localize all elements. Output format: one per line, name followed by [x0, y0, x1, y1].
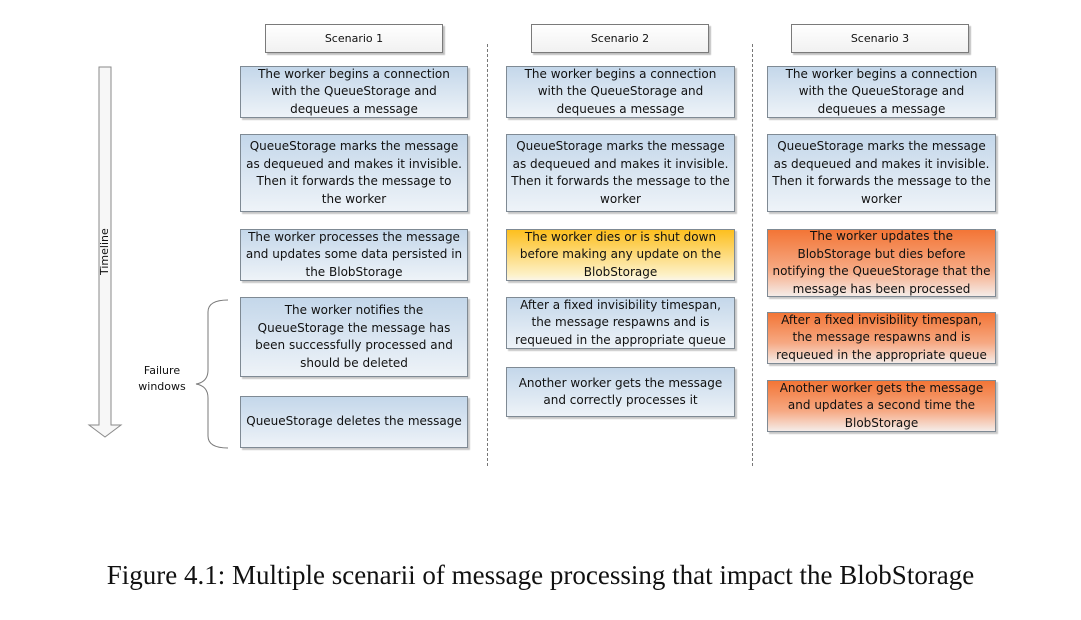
scenario-2-step-3: The worker dies or is shut down before m… — [506, 229, 735, 281]
scenario-1-header: Scenario 1 — [265, 24, 443, 53]
timeline-label: Timeline — [98, 228, 111, 275]
scenario-3-step-3: The worker updates the BlobStorage but d… — [767, 229, 996, 297]
scenario-2-step-5: Another worker gets the message and corr… — [506, 367, 735, 417]
scenario-3-step-5: Another worker gets the message and upda… — [767, 380, 996, 432]
scenario-3-step-2: QueueStorage marks the message as dequeu… — [767, 134, 996, 212]
scenario-2-header: Scenario 2 — [531, 24, 709, 53]
failure-windows-brace-icon — [195, 299, 229, 449]
scenario-1-step-5: QueueStorage deletes the message — [240, 396, 468, 448]
scenario-2-step-2: QueueStorage marks the message as dequeu… — [506, 134, 735, 212]
scenario-1-step-1: The worker begins a connection with the … — [240, 66, 468, 118]
scenario-2-step-4: After a fixed invisibility timespan, the… — [506, 297, 735, 349]
failure-windows-label: Failure windows — [138, 364, 186, 393]
figure-caption: Figure 4.1: Multiple scenarii of message… — [106, 560, 975, 590]
scenario-1-step-3: The worker processes the message and upd… — [240, 229, 468, 281]
scenario-3-step-1: The worker begins a connection with the … — [767, 66, 996, 118]
scenario-3-step-4: After a fixed invisibility timespan, the… — [767, 312, 996, 364]
scenario-3-header: Scenario 3 — [791, 24, 969, 53]
scenario-2-step-1: The worker begins a connection with the … — [506, 66, 735, 118]
scenario-divider — [752, 44, 753, 466]
scenario-1-step-4: The worker notifies the QueueStorage the… — [240, 297, 468, 377]
scenario-divider — [487, 44, 488, 466]
scenario-1-step-2: QueueStorage marks the message as dequeu… — [240, 134, 468, 212]
